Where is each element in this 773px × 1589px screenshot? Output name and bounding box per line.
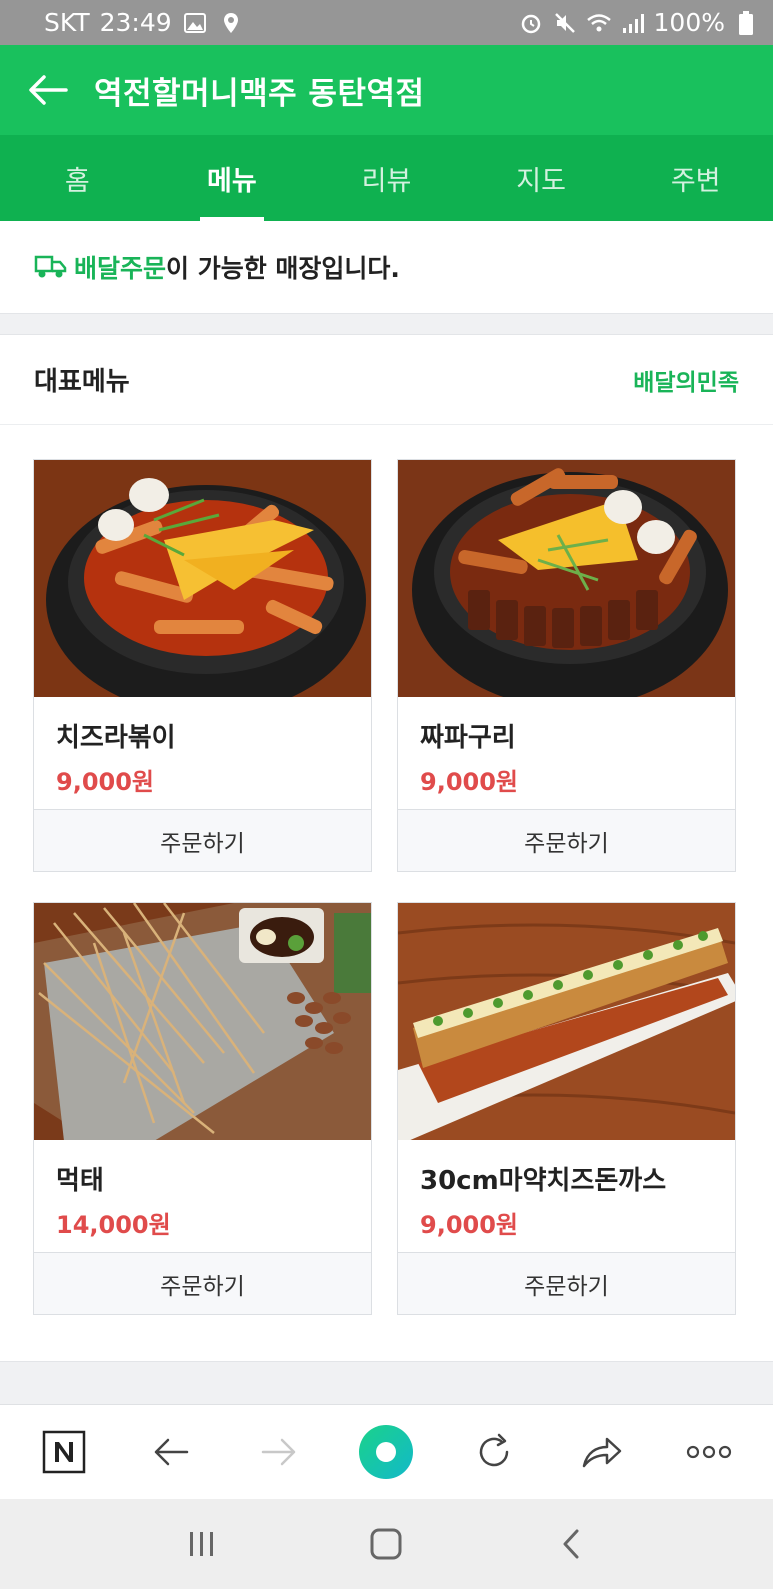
menu-photo-rabokki — [34, 460, 371, 698]
system-nav-bar — [0, 1499, 773, 1589]
signal-icon — [620, 10, 646, 36]
app-header: 역전할머니맥주 동탄역점 — [0, 45, 773, 135]
recent-apps-button[interactable] — [172, 1514, 232, 1574]
menu-item-name: 치즈라볶이 — [56, 723, 176, 754]
menu-item-price: 9,000원 — [420, 768, 518, 797]
tab-bar: 홈 메뉴 리뷰 지도 주변 — [0, 135, 773, 221]
share-button[interactable] — [570, 1420, 634, 1484]
menu-card-body: 짜파구리 9,000원 — [398, 697, 735, 809]
browser-back-button[interactable] — [139, 1420, 203, 1484]
clock: 23:49 — [99, 8, 172, 37]
order-button[interactable]: 주문하기 — [34, 809, 371, 871]
mute-icon — [552, 10, 578, 36]
carrier-label: SKT — [44, 8, 90, 37]
naver-home-button[interactable] — [32, 1420, 96, 1484]
section-header: 대표메뉴 배달의민족 — [0, 335, 773, 425]
share-icon — [582, 1437, 621, 1468]
menu-card[interactable]: 먹태 14,000원 주문하기 — [33, 902, 372, 1315]
featured-menu-section: 대표메뉴 배달의민족 치즈라볶이 9,000원 주문하기 짜파구리 9,000원… — [0, 334, 773, 1362]
chevron-left-icon — [563, 1529, 579, 1559]
back-button[interactable] — [24, 66, 72, 114]
refresh-button[interactable] — [462, 1420, 526, 1484]
menu-item-name: 짜파구리 — [420, 723, 516, 754]
browser-toolbar — [0, 1404, 773, 1499]
naver-n-icon — [42, 1430, 86, 1474]
menu-card-body: 30cm마약치즈돈까스 9,000원 — [398, 1140, 735, 1252]
green-dot-button[interactable] — [354, 1420, 418, 1484]
tab-home[interactable]: 홈 — [0, 135, 155, 221]
baemin-link[interactable]: 배달의민족 — [633, 363, 739, 397]
menu-card[interactable]: 30cm마약치즈돈까스 9,000원 주문하기 — [397, 902, 736, 1315]
delivery-notice: 배달주문 이 가능한 매장입니다. — [0, 221, 773, 314]
location-icon — [218, 10, 244, 36]
home-circle-icon — [359, 1425, 414, 1479]
menu-item-price: 9,000원 — [56, 768, 154, 797]
battery-percent: 100% — [653, 8, 725, 37]
recent-apps-icon — [190, 1532, 214, 1556]
delivery-text: 이 가능한 매장입니다. — [166, 254, 400, 283]
tab-map[interactable]: 지도 — [464, 135, 619, 221]
wifi-icon — [586, 10, 612, 36]
menu-card[interactable]: 짜파구리 9,000원 주문하기 — [397, 459, 736, 872]
menu-item-name: 먹태 — [56, 1166, 104, 1197]
menu-card-body: 먹태 14,000원 — [34, 1140, 371, 1252]
menu-item-name: 30cm마약치즈돈까스 — [420, 1166, 667, 1197]
order-button[interactable]: 주문하기 — [34, 1252, 371, 1314]
gallery-icon — [182, 10, 208, 36]
menu-photo-jjapaguri — [398, 460, 735, 698]
order-button[interactable]: 주문하기 — [398, 809, 735, 871]
back-arrow-icon — [29, 75, 68, 105]
menu-photo-tonkatsu — [398, 903, 735, 1141]
battery-icon — [733, 10, 759, 36]
status-bar: SKT 23:49 100% — [0, 0, 773, 45]
section-title: 대표메뉴 — [34, 367, 130, 397]
menu-card-body: 치즈라볶이 9,000원 — [34, 697, 371, 809]
page-title: 역전할머니맥주 동탄역점 — [94, 75, 425, 112]
home-icon — [370, 1528, 402, 1560]
menu-item-price: 9,000원 — [420, 1211, 518, 1240]
home-button[interactable] — [356, 1514, 416, 1574]
menu-card[interactable]: 치즈라볶이 9,000원 주문하기 — [33, 459, 372, 872]
browser-forward-button[interactable] — [247, 1420, 311, 1484]
menu-item-price: 14,000원 — [56, 1211, 171, 1240]
tab-nearby[interactable]: 주변 — [618, 135, 773, 221]
forward-arrow-icon — [261, 1438, 296, 1466]
delivery-highlight: 배달주문 — [74, 254, 167, 283]
more-button[interactable] — [677, 1420, 741, 1484]
alarm-icon — [518, 10, 544, 36]
order-button[interactable]: 주문하기 — [398, 1252, 735, 1314]
tab-reviews[interactable]: 리뷰 — [309, 135, 464, 221]
more-icon — [687, 1445, 732, 1459]
refresh-icon — [479, 1433, 509, 1467]
tab-menu[interactable]: 메뉴 — [155, 135, 310, 221]
delivery-truck-icon — [34, 253, 68, 281]
system-back-button[interactable] — [541, 1514, 601, 1574]
menu-photo-meoktae — [34, 903, 371, 1141]
back-arrow-icon — [155, 1438, 189, 1466]
menu-grid: 치즈라볶이 9,000원 주문하기 짜파구리 9,000원 주문하기 먹태 14… — [33, 459, 741, 1315]
